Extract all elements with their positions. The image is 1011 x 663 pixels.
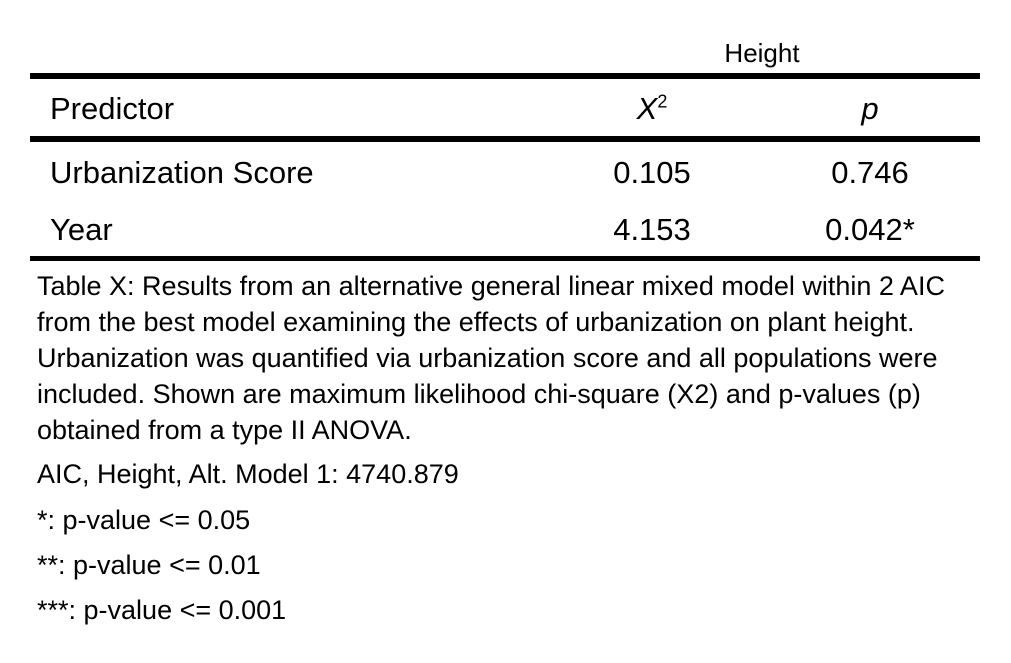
significance-note: ***: p-value <= 0.001: [37, 595, 287, 625]
row-chi-square: 4.153: [613, 212, 691, 247]
significance-note: *: p-value <= 0.05: [37, 505, 251, 535]
results-table-document: Height Predictor X2 p Urbanization Score…: [0, 0, 1011, 663]
table-header-rule: [30, 136, 980, 142]
row-predictor: Year: [50, 212, 113, 247]
row-p-value: 0.042*: [825, 212, 915, 247]
significance-note: **: p-value <= 0.01: [37, 550, 261, 580]
row-predictor: Urbanization Score: [50, 155, 314, 190]
table-header-row: Predictor X2 p: [30, 89, 980, 129]
column-header-p: p: [861, 91, 879, 126]
aic-note: AIC, Height, Alt. Model 1: 4740.879: [37, 459, 459, 489]
row-p-value: 0.746: [831, 155, 909, 190]
column-header-predictor: Predictor: [50, 91, 175, 126]
row-chi-square: 0.105: [613, 155, 691, 190]
table-top-rule: [30, 73, 980, 79]
table-caption: Table X: Results from an alternative gen…: [37, 271, 945, 445]
table-row: Urbanization Score 0.105 0.746: [30, 153, 980, 193]
table-bottom-rule: [30, 256, 980, 261]
group-header-height: Height: [724, 38, 800, 68]
chi-square-superscript: 2: [657, 91, 668, 112]
table-row: Year 4.153 0.042*: [30, 210, 980, 250]
column-header-chi-square: X2: [562, 89, 742, 129]
chi-square-symbol: X: [636, 91, 658, 126]
